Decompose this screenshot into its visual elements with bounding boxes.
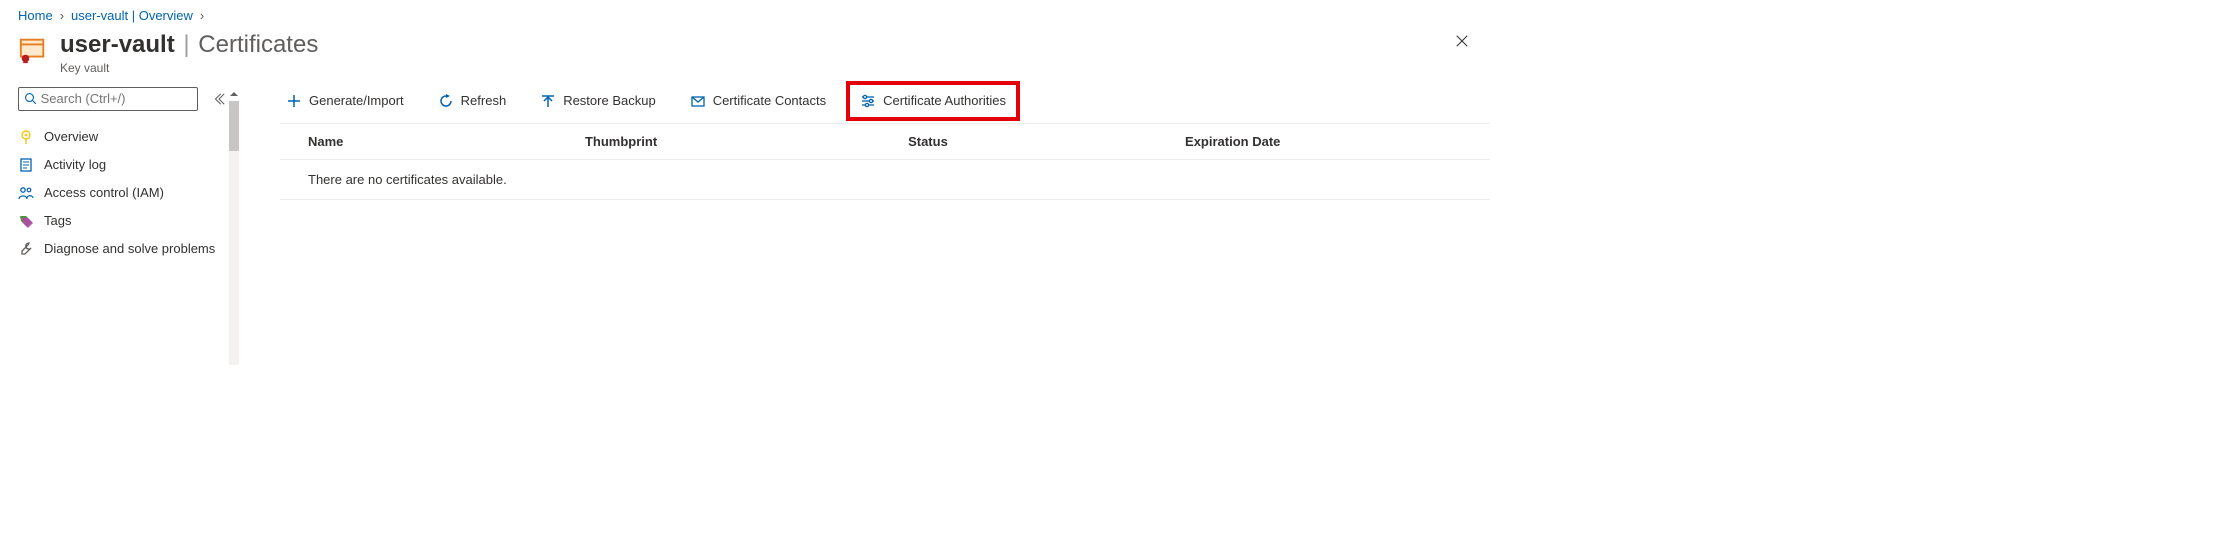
main-content: Generate/Import Refresh Restore Backup C… bbox=[242, 83, 1490, 367]
page-header: user-vault | Certificates Key vault bbox=[0, 29, 1490, 83]
certificate-contacts-button[interactable]: Certificate Contacts bbox=[684, 89, 832, 113]
sidebar-item-access-control[interactable]: Access control (IAM) bbox=[18, 179, 226, 207]
col-name: Name bbox=[308, 134, 585, 149]
sidebar: Overview Activity log Access control (IA… bbox=[0, 83, 226, 367]
upload-icon bbox=[540, 93, 556, 109]
resource-name: user-vault bbox=[60, 31, 175, 58]
toolbar: Generate/Import Refresh Restore Backup C… bbox=[280, 83, 1490, 121]
chevron-right-icon: › bbox=[197, 8, 207, 23]
sidebar-item-activity-log[interactable]: Activity log bbox=[18, 151, 226, 179]
tool-label: Restore Backup bbox=[563, 93, 656, 108]
sidebar-item-overview[interactable]: Overview bbox=[18, 123, 226, 151]
breadcrumb: Home › user-vault | Overview › bbox=[0, 0, 1490, 29]
chevron-right-icon: › bbox=[57, 8, 67, 23]
search-input[interactable] bbox=[41, 91, 192, 106]
search-icon bbox=[24, 92, 37, 106]
certificates-table: Name Thumbprint Status Expiration Date T… bbox=[280, 123, 1490, 200]
search-box[interactable] bbox=[18, 87, 198, 111]
tool-label: Certificate Authorities bbox=[883, 93, 1006, 108]
tool-label: Generate/Import bbox=[309, 93, 404, 108]
resource-type: Key vault bbox=[60, 61, 318, 75]
sliders-icon bbox=[860, 93, 876, 109]
mail-icon bbox=[690, 93, 706, 109]
sidebar-item-tags[interactable]: Tags bbox=[18, 207, 226, 235]
restore-backup-button[interactable]: Restore Backup bbox=[534, 89, 662, 113]
close-button[interactable] bbox=[1454, 33, 1470, 49]
refresh-button[interactable]: Refresh bbox=[432, 89, 513, 113]
certificate-authorities-button[interactable]: Certificate Authorities bbox=[854, 89, 1012, 113]
col-thumbprint: Thumbprint bbox=[585, 134, 908, 149]
tool-label: Certificate Contacts bbox=[713, 93, 826, 108]
tool-label: Refresh bbox=[461, 93, 507, 108]
table-empty-row: There are no certificates available. bbox=[280, 160, 1490, 200]
col-status: Status bbox=[908, 134, 1185, 149]
nav-label: Access control (IAM) bbox=[44, 185, 164, 200]
empty-message: There are no certificates available. bbox=[308, 172, 507, 187]
scroll-thumb[interactable] bbox=[229, 101, 239, 151]
sidebar-nav: Overview Activity log Access control (IA… bbox=[18, 123, 226, 263]
plus-icon bbox=[286, 93, 302, 109]
tags-icon bbox=[18, 213, 34, 229]
nav-label: Tags bbox=[44, 213, 71, 228]
generate-import-button[interactable]: Generate/Import bbox=[280, 89, 410, 113]
breadcrumb-current[interactable]: user-vault | Overview bbox=[71, 8, 193, 23]
nav-label: Activity log bbox=[44, 157, 106, 172]
sidebar-scrollbar[interactable] bbox=[226, 83, 242, 367]
people-icon bbox=[18, 185, 34, 201]
page-title: user-vault | Certificates bbox=[60, 31, 318, 60]
log-icon bbox=[18, 157, 34, 173]
table-header-row: Name Thumbprint Status Expiration Date bbox=[280, 123, 1490, 160]
sidebar-item-diagnose[interactable]: Diagnose and solve problems bbox=[18, 235, 226, 263]
col-expiration: Expiration Date bbox=[1185, 134, 1462, 149]
wrench-icon bbox=[18, 241, 34, 257]
refresh-icon bbox=[438, 93, 454, 109]
key-vault-icon bbox=[18, 35, 48, 65]
breadcrumb-home[interactable]: Home bbox=[18, 8, 53, 23]
nav-label: Diagnose and solve problems bbox=[44, 241, 215, 256]
scroll-track[interactable] bbox=[229, 101, 239, 365]
section-name: Certificates bbox=[198, 31, 318, 58]
collapse-sidebar-button[interactable] bbox=[212, 92, 226, 106]
key-icon bbox=[18, 129, 34, 145]
scroll-up-icon bbox=[229, 89, 239, 99]
nav-label: Overview bbox=[44, 129, 98, 144]
